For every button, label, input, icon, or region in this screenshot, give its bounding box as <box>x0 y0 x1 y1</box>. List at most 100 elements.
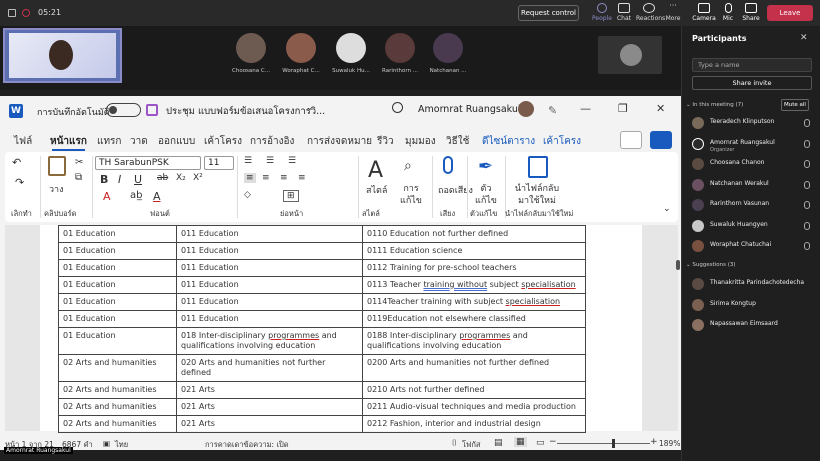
focus-icon[interactable]: ⌷ <box>452 438 457 448</box>
table-cell[interactable]: 01 Education <box>58 276 177 294</box>
self-view[interactable] <box>598 36 662 74</box>
table-cell[interactable]: 0114Teacher training with subject specia… <box>362 293 586 311</box>
video-tile[interactable]: Suwaluk Hu... <box>328 33 374 89</box>
text-predictions-status[interactable]: การคาดเดาข้อความ: เปิด <box>205 439 289 451</box>
tab-draw[interactable]: วาด <box>130 134 148 149</box>
table-cell[interactable]: 01 Education <box>58 242 177 260</box>
autosave-toggle[interactable] <box>106 103 141 117</box>
borders-icon[interactable]: ⊞ <box>283 190 299 202</box>
table-cell[interactable]: 011 Education <box>176 293 363 311</box>
participant-search-input[interactable]: Type a name <box>692 58 812 72</box>
zoom-out-icon[interactable]: − <box>549 437 557 447</box>
table-cell[interactable]: 01 Education <box>58 225 177 243</box>
table-cell[interactable]: 0119Education not elsewhere classified <box>362 310 586 328</box>
mic-off-icon[interactable] <box>804 160 810 168</box>
underline-button[interactable]: U <box>134 173 142 186</box>
zoom-slider[interactable] <box>557 443 650 444</box>
table-row[interactable]: 01 Education 018 Inter-disciplinary progr… <box>58 327 586 355</box>
italic-button[interactable]: I <box>118 173 121 186</box>
find-icon[interactable]: ⌕ <box>404 158 412 174</box>
tab-table-design[interactable]: ดีไซน์ตาราง <box>482 134 535 149</box>
share-invite-button[interactable]: Share invite <box>692 76 812 90</box>
editor-button[interactable]: ตัวแก้ไข <box>474 183 498 207</box>
minimize-icon[interactable]: — <box>580 102 591 115</box>
cut-icon[interactable]: ✂ <box>75 157 83 168</box>
table-row[interactable]: 01 Education 011 Education 0110 Education … <box>58 225 586 243</box>
styles-button[interactable]: สไตล์ <box>366 183 387 197</box>
table-cell[interactable]: 021 Arts <box>176 398 363 416</box>
suggestion-row[interactable]: Sirima Kongtup <box>692 297 812 315</box>
table-cell[interactable]: 011 Education <box>176 259 363 277</box>
tab-home[interactable]: หน้าแรก <box>50 134 87 151</box>
justify-icon[interactable]: ≡ <box>298 173 306 183</box>
shading-icon[interactable]: ◇ <box>244 190 251 200</box>
mic-off-icon[interactable] <box>804 180 810 189</box>
reuse-files-button[interactable]: นำไฟล์กลับมาใช้ใหม่ <box>510 183 564 207</box>
proofing-icon[interactable]: ▣ <box>103 439 110 448</box>
table-cell[interactable]: 02 Arts and humanities <box>58 381 177 399</box>
mic-icon[interactable] <box>804 139 810 148</box>
table-cell[interactable]: 0200 Arts and humanities not further def… <box>362 354 586 382</box>
tab-table-layout[interactable]: เค้าโครง <box>543 134 581 149</box>
participant-row[interactable]: Teeradech Klinputson <box>692 115 812 133</box>
read-mode-icon[interactable]: ▤ <box>494 438 503 448</box>
zoom-slider-thumb[interactable] <box>612 439 615 448</box>
request-control-button[interactable]: Request control <box>518 5 579 21</box>
table-cell[interactable]: 01 Education <box>58 310 177 328</box>
suggestion-row[interactable]: Thanakritta Parindachotedecha <box>692 276 812 294</box>
table-cell[interactable]: 011 Education <box>176 225 363 243</box>
align-left-icon[interactable]: ≡ <box>244 173 256 183</box>
table-cell[interactable]: 0111 Education science <box>362 242 586 260</box>
scrollbar-thumb[interactable] <box>676 260 680 270</box>
mic-off-icon[interactable] <box>804 242 810 250</box>
table-cell[interactable]: 011 Education <box>176 276 363 294</box>
mic-off-icon[interactable] <box>804 201 810 209</box>
tab-help[interactable]: วิธีใช้ <box>446 134 469 149</box>
table-cell[interactable]: 018 Inter-disciplinary programmes and qu… <box>176 327 363 355</box>
clipboard-icon[interactable] <box>48 156 66 176</box>
web-layout-icon[interactable]: ▭ <box>536 438 545 448</box>
table-cell[interactable]: 0188 Inter-disciplinary programmes and q… <box>362 327 586 355</box>
suggestion-row[interactable]: Napassawan Eimsaard <box>692 317 812 335</box>
participant-row[interactable]: Choosana Chanon <box>692 156 812 174</box>
tab-layout[interactable]: เค้าโครง <box>204 134 242 149</box>
participant-row[interactable]: Suwaluk Huangyen <box>692 218 812 236</box>
table-cell[interactable]: 02 Arts and humanities <box>58 398 177 416</box>
participant-row[interactable]: Amornrat Ruangsakul Organizer <box>692 136 812 154</box>
table-row[interactable]: 01 Education 011 Education 0111 Education … <box>58 242 586 260</box>
table-cell[interactable]: 01 Education <box>58 327 177 355</box>
camera-button[interactable]: Camera <box>691 3 717 22</box>
tab-insert[interactable]: แทรก <box>97 134 121 149</box>
bold-button[interactable]: B <box>100 173 108 186</box>
table-cell[interactable]: 0113 Teacher training without subject sp… <box>362 276 586 294</box>
table-cell[interactable]: 0212 Fashion, interior and industrial de… <box>362 415 586 433</box>
video-tile[interactable]: Choosana C... <box>228 33 274 89</box>
shared-screen-thumbnail[interactable] <box>3 28 122 83</box>
tab-file[interactable]: ไฟล์ <box>14 134 32 149</box>
in-meeting-header[interactable]: ⌄ In this meeting (7) <box>686 102 743 108</box>
numbering-icon[interactable]: ☰ <box>266 156 274 166</box>
table-cell[interactable]: 0110 Education not further defined <box>362 225 586 243</box>
copy-icon[interactable]: ⧉ <box>75 172 82 183</box>
font-size-select[interactable]: 11 <box>204 156 234 170</box>
document-title[interactable]: ประชุม แบบฟอร์มข้อเสนอโครงการวิ... <box>166 104 325 119</box>
video-tile[interactable]: Woraphat C... <box>278 33 324 89</box>
editing-button[interactable]: การแก้ไข <box>398 183 424 207</box>
participant-row[interactable]: Natchanan Werakul <box>692 177 812 195</box>
zoom-in-icon[interactable]: + <box>650 437 658 447</box>
bullets-icon[interactable]: ☰ <box>244 156 252 166</box>
strikethrough-button[interactable]: ab <box>157 173 168 183</box>
table-cell[interactable]: 02 Arts and humanities <box>58 354 177 382</box>
search-icon[interactable] <box>392 102 403 113</box>
suggestions-header[interactable]: ⌄ Suggestions (3) <box>686 262 736 268</box>
table-row[interactable]: 01 Education 011 Education 0112 Training f… <box>58 259 586 277</box>
table-row[interactable]: 02 Arts and humanities 021 Arts 0211 Audio… <box>58 398 586 416</box>
mic-icon[interactable] <box>443 156 453 174</box>
share-document-button[interactable] <box>650 131 672 149</box>
align-right-icon[interactable]: ≡ <box>280 173 288 183</box>
reactions-button[interactable]: Reactions <box>636 3 665 22</box>
font-color-icon[interactable]: A <box>153 190 161 203</box>
restore-icon[interactable]: ❐ <box>618 102 628 115</box>
table-cell[interactable]: 02 Arts and humanities <box>58 415 177 433</box>
participant-row[interactable]: Woraphat Chatuchai <box>692 238 812 256</box>
